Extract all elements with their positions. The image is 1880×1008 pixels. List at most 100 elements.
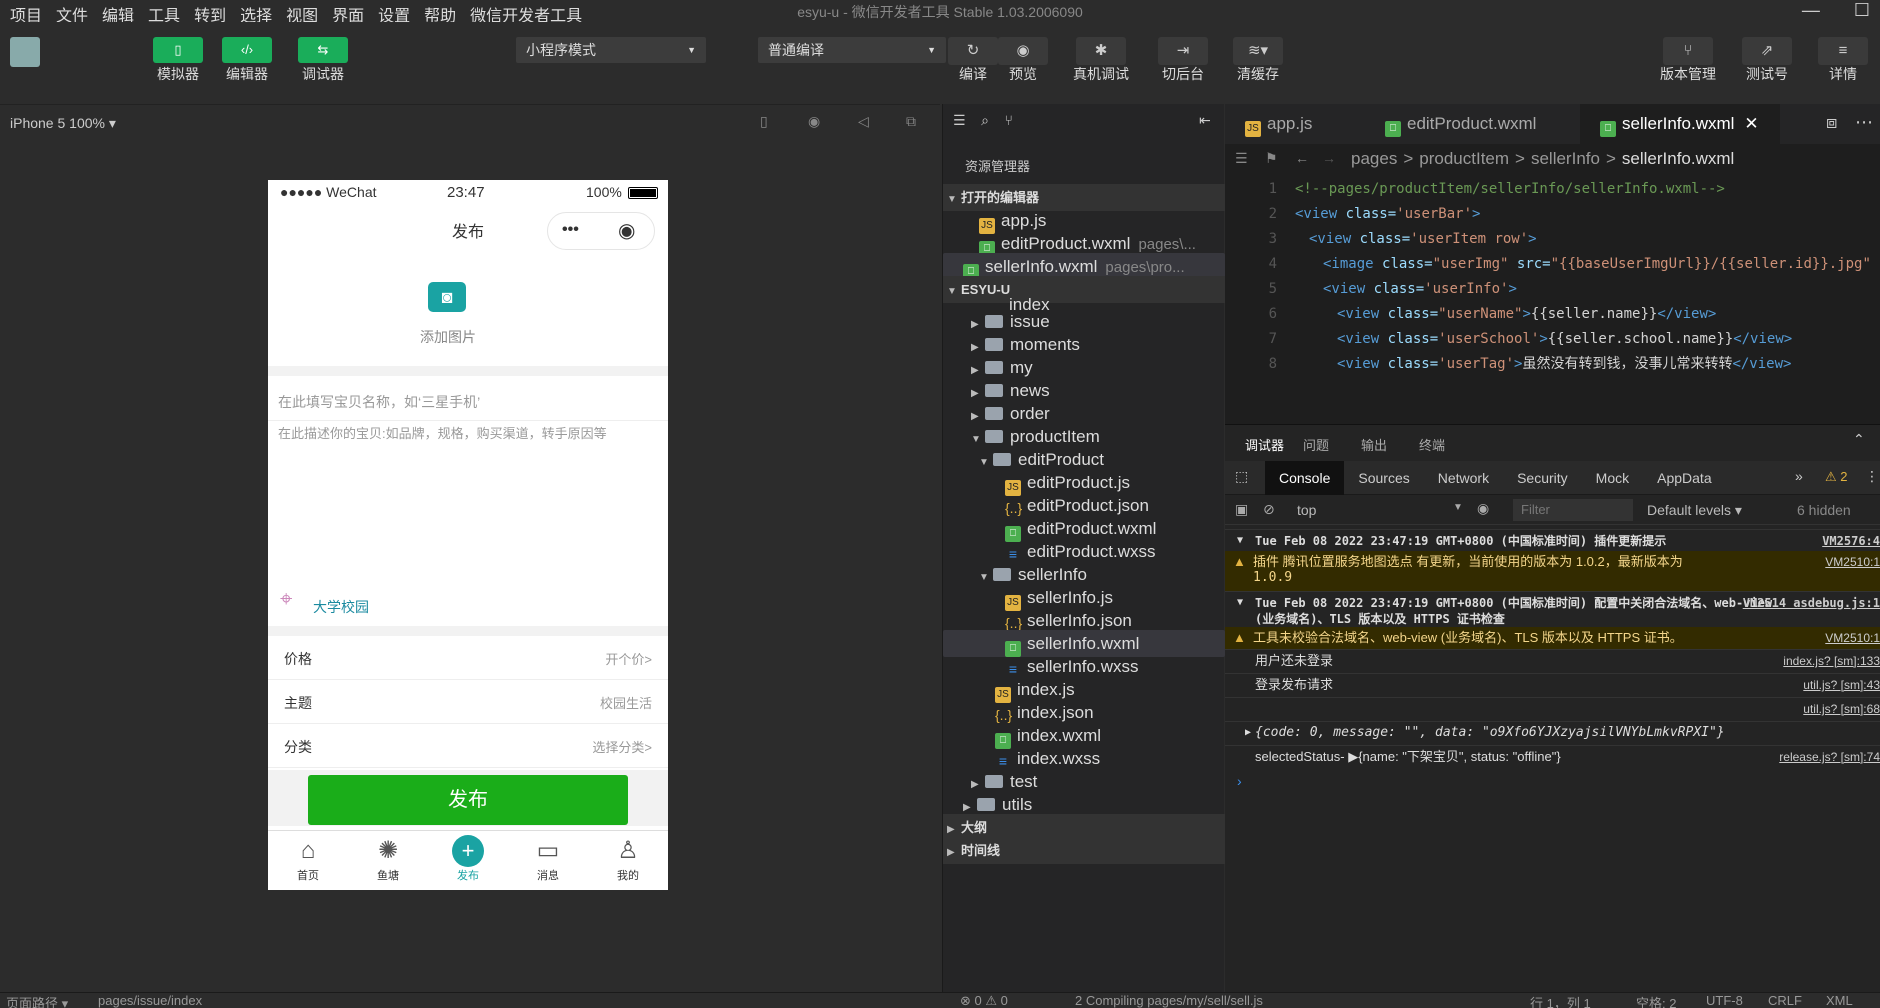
minimize-icon[interactable]: — [1802,0,1820,21]
popout-icon[interactable]: ⧉ [906,113,916,130]
record-icon[interactable]: ◉ [808,113,820,130]
desc-input[interactable]: 在此描述你的宝贝:如品牌，规格，购买渠道，转手原因等 [278,426,648,442]
more-icon[interactable]: ••• [562,221,579,239]
more-tabs-icon[interactable]: » [1795,468,1803,484]
source-link[interactable]: release.js? [sm]:74 [1775,749,1880,765]
publish-button[interactable]: 发布 [308,775,628,825]
source-link[interactable]: VM2576:4 [1818,533,1880,549]
camera-icon[interactable]: ◙ [428,282,466,312]
chevron-up-icon[interactable]: ⌃ [1853,431,1865,448]
source-link[interactable]: util.js? [sm]:43 [1799,677,1880,693]
levels-select[interactable]: Default levels ▾ [1647,502,1742,519]
console-group[interactable]: ▼ Tue Feb 08 2022 23:47:19 GMT+0800 (中国标准… [1225,529,1880,551]
version-button[interactable]: ⑂ [1663,37,1713,65]
devtools-tab[interactable]: AppData [1643,461,1725,495]
page-path-label[interactable]: 页面路径 ▾ [6,993,68,1008]
timeline-section[interactable]: ▶ 时间线 [943,837,1225,864]
close-circle-icon[interactable]: ◉ [618,218,635,243]
devtools-tab[interactable]: Network [1424,461,1503,495]
location-link[interactable]: 大学校园 [313,597,369,617]
bookmark-icon[interactable]: ⚑ [1265,150,1278,167]
console-log[interactable]: util.js? [sm]:68 [1225,697,1880,721]
cursor-position[interactable]: 行 1，列 1 [1530,993,1591,1008]
remote-debug-button[interactable]: ✱ [1076,37,1126,65]
devtools-tab[interactable]: Console [1265,461,1345,495]
devtools-top-tab[interactable]: 终端 [1419,435,1445,454]
devtools-tab[interactable]: Sources [1344,461,1423,495]
details-button[interactable]: ≡ [1818,37,1868,65]
breadcrumb-item[interactable]: sellerInfo.wxml [1622,149,1734,168]
search-icon[interactable]: ⌕ [981,112,989,128]
breadcrumb-item[interactable]: productItem [1419,149,1509,168]
clear-cache-button[interactable]: ≋▾ [1233,37,1283,65]
tab-3[interactable]: ▭ 消息 [508,831,588,890]
problem-count[interactable]: ⊗ 0 ⚠ 0 [960,993,1008,1008]
eye-icon[interactable]: ◉ [1477,500,1489,517]
kebab-icon[interactable]: ⋮ [1865,468,1879,485]
devtools-tab[interactable]: Mock [1582,461,1643,495]
devtools-tab[interactable]: Security [1503,461,1582,495]
eol[interactable]: CRLF [1768,993,1802,1008]
breadcrumb-item[interactable]: sellerInfo [1531,149,1600,168]
console-group[interactable]: ▼ Tue Feb 08 2022 23:47:19 GMT+0800 (中国标准… [1225,591,1880,627]
context-select[interactable]: top [1297,502,1316,518]
devtools-top-tab[interactable]: 问题 [1303,435,1329,454]
console-log[interactable]: 用户还未登录 index.js? [sm]:133 [1225,649,1880,673]
warning-count[interactable]: ⚠ 2 [1825,469,1848,485]
tab-4[interactable]: ♙ 我的 [588,831,668,890]
console-log[interactable]: selectedStatus- ▶{name: "下架宝贝", status: … [1225,745,1880,769]
list-icon[interactable]: ☰ [1235,150,1248,167]
test-button[interactable]: ⇗ [1742,37,1792,65]
more-icon[interactable]: ⋯ [1855,112,1873,133]
tab-0[interactable]: ⌂ 首页 [268,831,348,890]
source-link[interactable]: util.js? [sm]:68 [1799,701,1880,717]
simulator-toggle[interactable]: ▯ [153,37,203,63]
tab-2[interactable]: + 发布 [428,831,508,890]
console-warn[interactable]: ▲ 工具未校验合法域名、web-view (业务域名)、TLS 版本以及 HTTP… [1225,627,1880,649]
form-row[interactable]: 价格 开个价> [268,636,668,680]
title-input[interactable]: 在此填写宝贝名称，如‘三星手机’ [278,392,480,412]
code-area[interactable]: 1 <!--pages/productItem/sellerInfo/seller… [1225,174,1880,424]
indent[interactable]: 空格: 2 [1636,993,1676,1008]
capsule-menu[interactable]: ••• ◉ [547,212,655,250]
back-icon[interactable]: ← [1295,150,1309,166]
language[interactable]: XML [1826,993,1853,1008]
split-icon[interactable]: ⧈ [1826,112,1837,133]
filter-input[interactable]: Filter [1513,499,1633,521]
console-log[interactable]: 登录发布请求 util.js? [sm]:43 [1225,673,1880,697]
inspect-icon[interactable]: ⬚ [1235,468,1248,485]
editor-tab[interactable]: JS app.js [1225,104,1365,144]
compile-button[interactable]: ↻ [948,37,998,65]
encoding[interactable]: UTF-8 [1706,993,1743,1008]
breadcrumb-item[interactable]: pages [1351,149,1397,168]
forward-icon[interactable]: → [1322,150,1336,166]
form-row[interactable]: 分类 选择分类> [268,724,668,768]
editor-tab[interactable]: ⎕ editProduct.wxml [1365,104,1580,144]
devtools-top-tab[interactable]: 调试器 [1245,435,1284,454]
device-select[interactable]: iPhone 5 100% ▾ [10,115,116,132]
editor-toggle[interactable]: ‹/› [222,37,272,63]
source-link[interactable]: VM2510:1 [1821,554,1880,570]
background-button[interactable]: ⇥ [1158,37,1208,65]
sidebar-icon[interactable]: ▣ [1235,501,1248,518]
compile-select[interactable]: 普通编译 ▼ [758,37,946,63]
form-row[interactable]: 主题 校园生活 [268,680,668,724]
avatar[interactable] [10,37,40,67]
maximize-icon[interactable]: ☐ [1854,0,1870,21]
mode-select[interactable]: 小程序模式 ▼ [516,37,706,63]
collapse-icon[interactable]: ⇤ [1199,112,1211,129]
volume-icon[interactable]: ◁ [858,113,869,130]
source-link[interactable]: index.js? [sm]:133 [1779,653,1880,669]
editor-tab[interactable]: ⎕ sellerInfo.wxml ✕ [1580,104,1780,144]
debugger-toggle[interactable]: ⇆ [298,37,348,63]
tab-1[interactable]: ✺ 鱼塘 [348,831,428,890]
clear-icon[interactable]: ⊘ [1263,501,1275,518]
devtools-top-tab[interactable]: 输出 [1361,435,1387,454]
console-obj[interactable]: ▶ {code: 0, message: "", data: "o9Xfo6YJX… [1225,721,1880,745]
console-prompt[interactable]: › [1225,773,1880,793]
device-icon[interactable]: ▯ [760,113,768,130]
close-icon[interactable]: ✕ [1744,114,1758,133]
list-icon[interactable]: ☰ [953,112,966,128]
branch-icon[interactable]: ⑂ [1005,112,1013,128]
page-path[interactable]: pages/issue/index [98,993,202,1008]
